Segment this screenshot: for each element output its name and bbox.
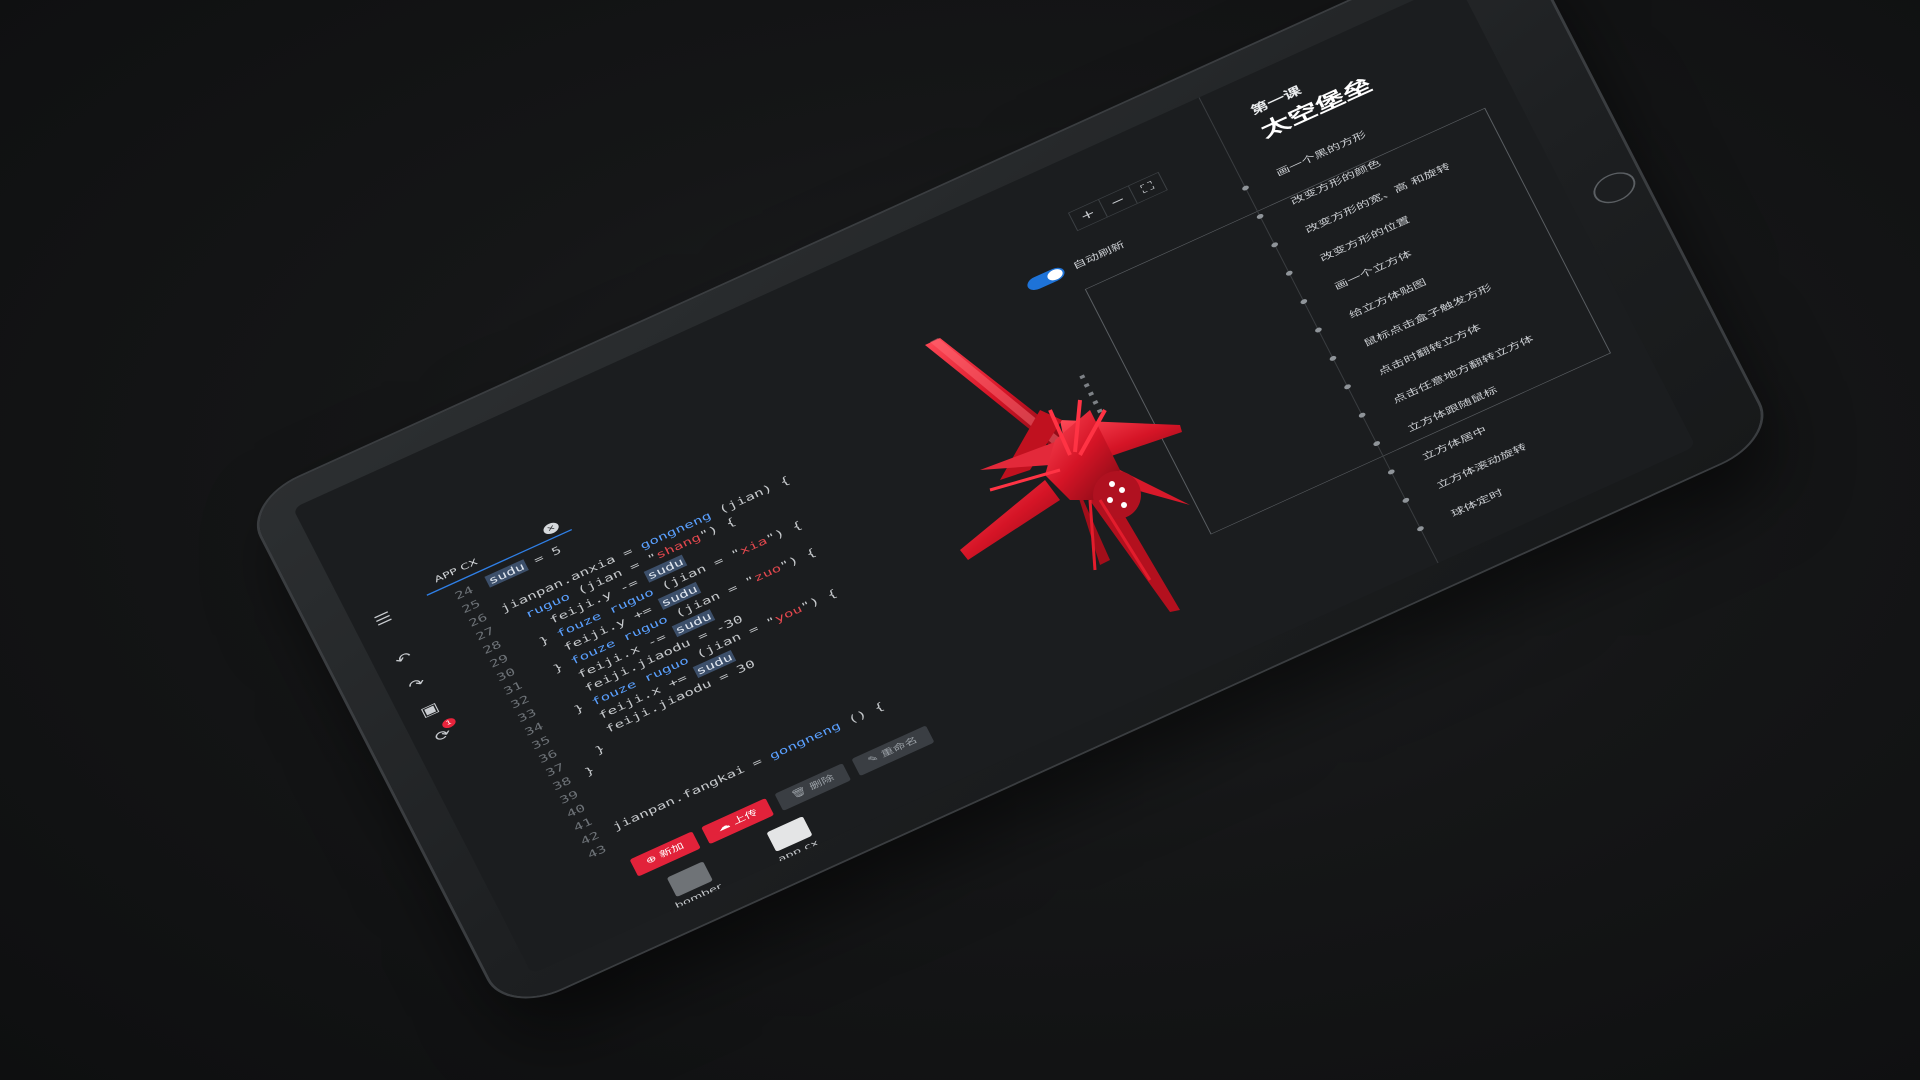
auto-refresh-label: 自动刷新 [1071,239,1127,272]
tablet-device: ☰ ↶ ↷ ▣ ⟳ 1 APP CX × 24 sudu = 5 25 26 jianpa… [245,0,1776,1014]
menu-icon[interactable]: ☰ [364,603,402,634]
sync-badge: 1 [440,716,458,730]
home-button[interactable] [1588,166,1641,210]
app-screen: ☰ ↶ ↷ ▣ ⟳ 1 APP CX × 24 sudu = 5 25 26 jianpa… [292,0,1696,974]
undo-icon[interactable]: ↶ [384,643,422,674]
scroll-indicator [1079,374,1106,419]
redo-icon[interactable]: ↷ [397,668,435,699]
auto-refresh-toggle[interactable] [1024,264,1068,293]
close-icon[interactable]: × [541,520,561,537]
zoom-controls: + − ⛶ [1067,171,1168,232]
sync-icon[interactable]: ⟳ 1 [424,716,462,750]
fullscreen-button[interactable]: ⛶ [1129,173,1167,203]
